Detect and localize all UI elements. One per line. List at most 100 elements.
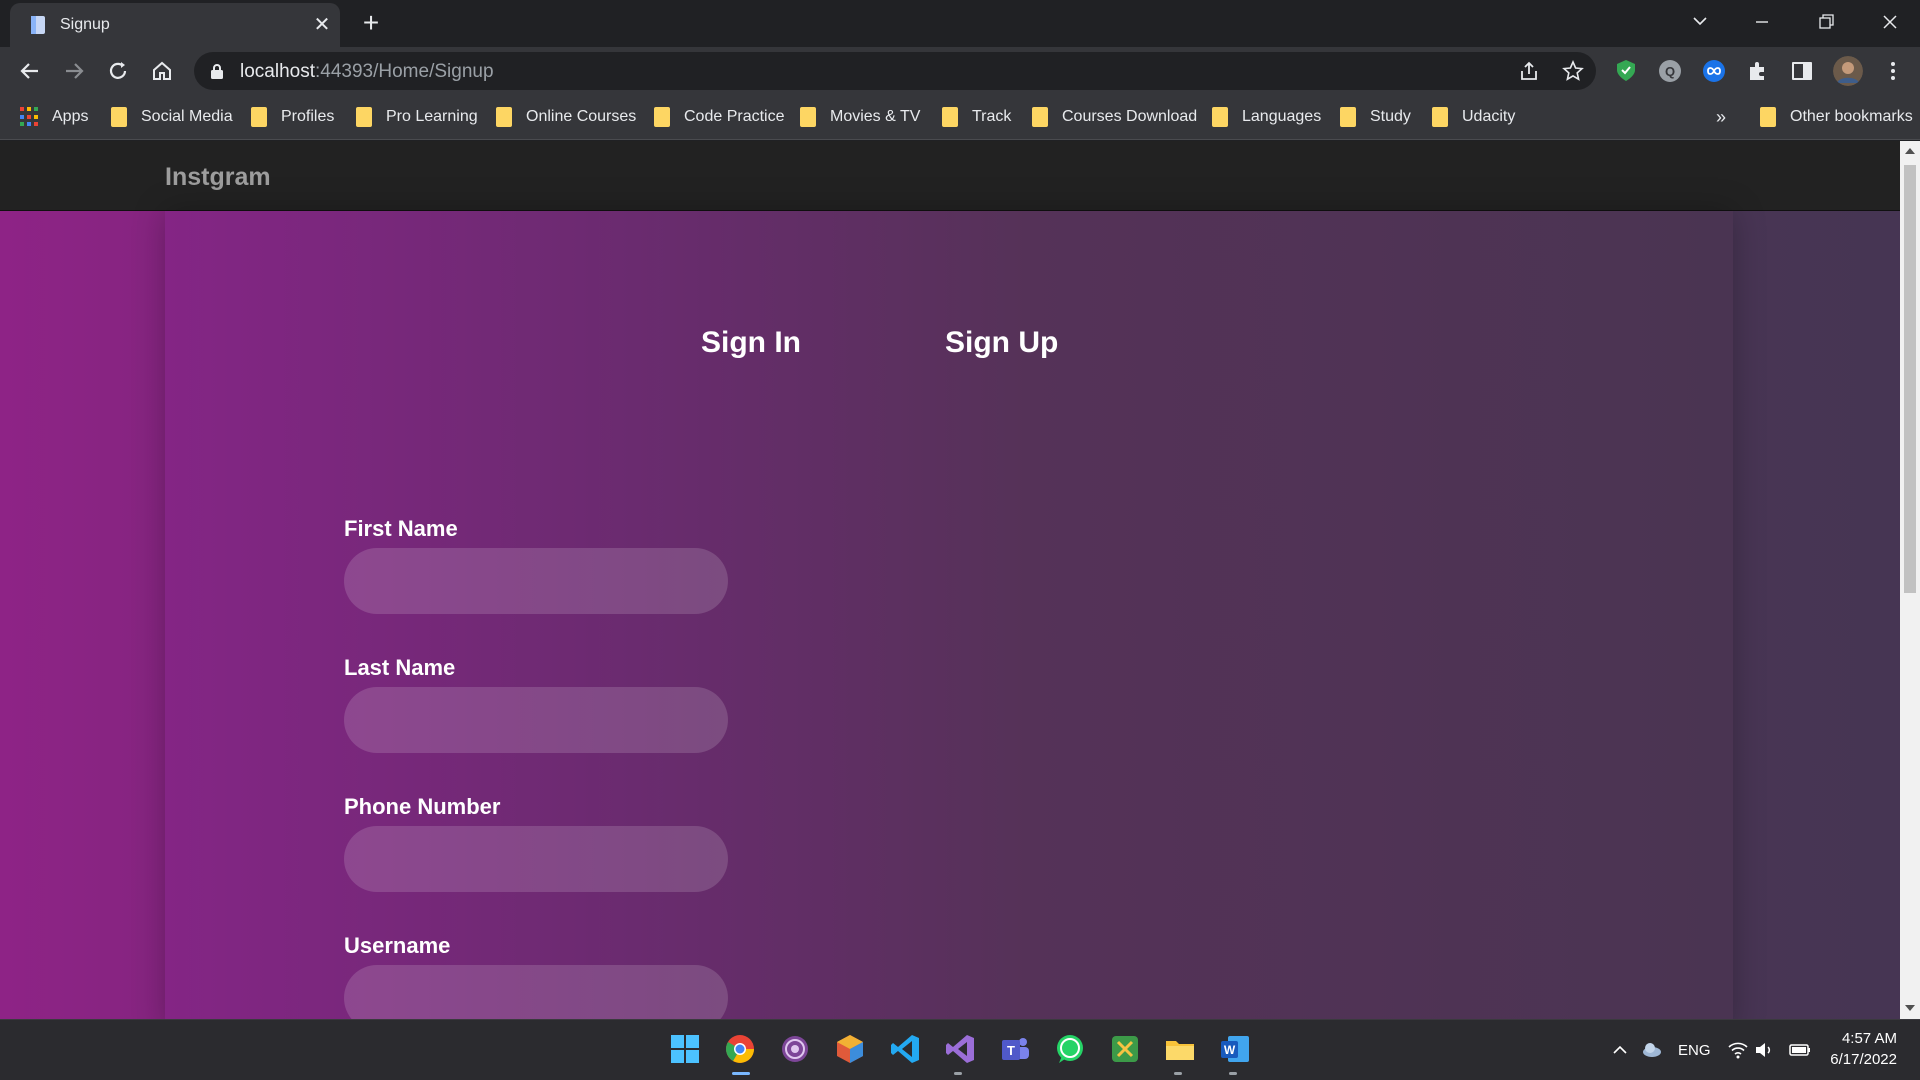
site-navbar: Instgram xyxy=(0,141,1900,211)
home-icon[interactable] xyxy=(148,57,176,85)
bookmarks-overflow-button[interactable]: » xyxy=(1716,105,1726,129)
sign-in-tab[interactable]: Sign In xyxy=(701,326,801,360)
show-hidden-icons-chevron-icon[interactable] xyxy=(1608,1038,1632,1062)
phone-number-input[interactable] xyxy=(344,826,728,892)
first-name-label: First Name xyxy=(344,516,458,541)
infinity-extension-icon[interactable] xyxy=(1701,58,1727,84)
forward-arrow-icon[interactable] xyxy=(60,57,88,85)
tab-close-icon[interactable]: ✕ xyxy=(310,13,334,37)
tab-title: Signup xyxy=(60,16,110,33)
bookmarks-bar: Apps Social Media Profiles Pro Learning … xyxy=(0,95,1920,140)
menu-dots-icon[interactable] xyxy=(1880,58,1906,84)
bookmark-folder[interactable]: Profiles xyxy=(251,105,334,129)
bookmark-folder[interactable]: Languages xyxy=(1212,105,1321,129)
minimize-icon[interactable] xyxy=(1742,6,1782,38)
bookmark-label: Profiles xyxy=(281,108,335,125)
bookmark-folder[interactable]: Online Courses xyxy=(496,105,636,129)
bookmark-apps[interactable]: Apps xyxy=(20,105,88,129)
back-arrow-icon[interactable] xyxy=(16,57,44,85)
first-name-input[interactable] xyxy=(344,548,728,614)
bookmark-folder[interactable]: Movies & TV xyxy=(800,105,920,129)
folder-icon xyxy=(800,107,816,127)
page-icon xyxy=(31,16,45,34)
chrome-active-indicator xyxy=(732,1072,750,1075)
bookmark-label: Online Courses xyxy=(526,108,637,125)
url-text[interactable]: localhost:44393/Home/Signup xyxy=(240,61,494,83)
folder-icon xyxy=(1032,107,1048,127)
phone-number-label: Phone Number xyxy=(344,794,501,819)
scroll-up-arrow-icon[interactable] xyxy=(1905,148,1915,154)
browser-tab-signup[interactable]: Signup ✕ xyxy=(10,3,340,47)
folder-icon xyxy=(496,107,512,127)
site-brand[interactable]: Instgram xyxy=(165,163,271,192)
volume-icon[interactable] xyxy=(1752,1038,1776,1062)
q-extension-icon[interactable]: Q xyxy=(1657,58,1683,84)
bookmark-folder[interactable]: Udacity xyxy=(1432,105,1515,129)
wifi-icon[interactable] xyxy=(1726,1038,1750,1062)
page-viewport: Instgram Sign In Sign Up First Name Last… xyxy=(0,141,1900,1019)
folder-icon xyxy=(654,107,670,127)
scroll-thumb[interactable] xyxy=(1904,165,1916,593)
file-explorer-icon[interactable] xyxy=(1163,1032,1197,1066)
folder-icon xyxy=(1432,107,1448,127)
other-bookmarks-label: Other bookmarks xyxy=(1790,108,1913,125)
address-bar[interactable]: localhost:44393/Home/Signup xyxy=(194,52,1596,90)
clock-date[interactable]: 6/17/2022 xyxy=(1828,1051,1897,1068)
svg-text:T: T xyxy=(1007,1043,1015,1058)
whatsapp-icon[interactable] xyxy=(1053,1032,1087,1066)
word-active-indicator xyxy=(1229,1072,1237,1075)
bookmark-folder[interactable]: Social Media xyxy=(111,105,233,129)
battery-icon[interactable] xyxy=(1787,1038,1813,1062)
page-scrollbar[interactable] xyxy=(1900,141,1920,1019)
vscode-icon[interactable] xyxy=(888,1032,922,1066)
bookmark-label: Social Media xyxy=(141,108,233,125)
bookmark-star-icon[interactable] xyxy=(1562,60,1584,82)
tor-browser-icon[interactable] xyxy=(778,1032,812,1066)
explorer-active-indicator xyxy=(1174,1072,1182,1075)
reload-icon[interactable] xyxy=(104,57,132,85)
lock-icon[interactable] xyxy=(210,63,224,79)
restore-icon[interactable] xyxy=(1806,6,1846,38)
word-icon[interactable]: W xyxy=(1218,1032,1252,1066)
other-bookmarks[interactable]: Other bookmarks xyxy=(1760,105,1913,129)
snipping-tool-icon[interactable] xyxy=(1108,1032,1142,1066)
cube-app-icon[interactable] xyxy=(833,1032,867,1066)
last-name-label: Last Name xyxy=(344,655,456,680)
sign-up-tab[interactable]: Sign Up xyxy=(945,326,1058,360)
bookmark-label: Track xyxy=(972,108,1012,125)
windows-start-icon[interactable] xyxy=(668,1032,702,1066)
folder-icon xyxy=(1760,107,1776,127)
bookmark-folder[interactable]: Code Practice xyxy=(654,105,785,129)
teams-icon[interactable]: T xyxy=(998,1032,1032,1066)
shield-extension-icon[interactable] xyxy=(1613,58,1639,84)
bookmark-label: Study xyxy=(1370,108,1411,125)
bookmark-folder[interactable]: Pro Learning xyxy=(356,105,478,129)
username-label: Username xyxy=(344,933,451,958)
username-input[interactable] xyxy=(344,965,728,1019)
close-window-icon[interactable] xyxy=(1870,6,1910,38)
bookmark-folder[interactable]: Track xyxy=(942,105,1011,129)
bookmark-label: Courses Download xyxy=(1062,108,1198,125)
language-indicator[interactable]: ENG xyxy=(1678,1042,1711,1059)
svg-text:Q: Q xyxy=(1665,64,1675,79)
folder-icon xyxy=(111,107,127,127)
scroll-down-arrow-icon[interactable] xyxy=(1905,1005,1915,1011)
new-tab-button[interactable]: + xyxy=(356,8,386,38)
bookmark-label: Udacity xyxy=(1462,108,1516,125)
extensions-puzzle-icon[interactable] xyxy=(1745,58,1771,84)
chrome-icon[interactable] xyxy=(723,1032,757,1066)
onedrive-tray-icon[interactable] xyxy=(1640,1038,1664,1062)
clock-time[interactable]: 4:57 AM xyxy=(1840,1030,1897,1047)
browser-toolbar: localhost:44393/Home/Signup Q xyxy=(0,47,1920,95)
bookmark-folder[interactable]: Study xyxy=(1340,105,1411,129)
bookmark-folder[interactable]: Courses Download xyxy=(1032,105,1197,129)
tab-search-icon[interactable] xyxy=(1680,6,1720,38)
folder-icon xyxy=(356,107,372,127)
visual-studio-icon[interactable] xyxy=(943,1032,977,1066)
last-name-input[interactable] xyxy=(344,687,728,753)
bookmark-label: Pro Learning xyxy=(386,108,478,125)
side-panel-icon[interactable] xyxy=(1789,58,1815,84)
profile-avatar[interactable] xyxy=(1833,56,1863,86)
share-icon[interactable] xyxy=(1518,60,1540,82)
windows-taskbar: T W ENG 4:57 AM 6/17/2022 xyxy=(0,1019,1920,1080)
